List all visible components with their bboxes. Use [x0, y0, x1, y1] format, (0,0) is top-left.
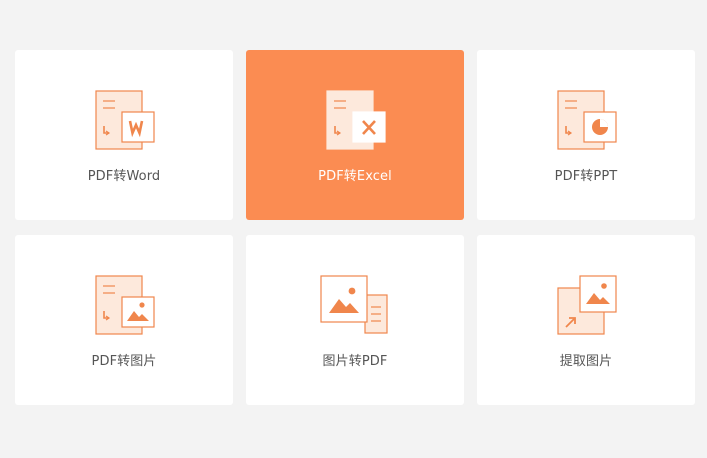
tool-label: PDF转Excel — [318, 169, 392, 184]
pdf-to-word-icon — [92, 88, 156, 152]
tool-label: PDF转图片 — [91, 354, 157, 369]
extract-image-icon — [554, 273, 618, 337]
tool-label: PDF转Word — [87, 169, 161, 184]
tool-card-pdf-to-image[interactable]: PDF转图片 — [15, 235, 233, 405]
tool-card-pdf-to-excel[interactable]: PDF转Excel — [246, 50, 464, 220]
tool-card-pdf-to-ppt[interactable]: PDF转PPT — [477, 50, 695, 220]
image-to-pdf-icon — [320, 273, 388, 337]
tool-label: 图片转PDF — [322, 354, 388, 369]
tool-card-pdf-to-word[interactable]: PDF转Word — [15, 50, 233, 220]
pdf-to-ppt-icon — [554, 88, 618, 152]
tool-label: PDF转PPT — [554, 169, 618, 184]
pdf-to-image-icon — [92, 273, 156, 337]
tool-card-image-to-pdf[interactable]: 图片转PDF — [246, 235, 464, 405]
tool-card-extract-image[interactable]: 提取图片 — [477, 235, 695, 405]
pdf-to-excel-icon — [323, 88, 387, 152]
tool-grid: PDF转Word PDF转Excel PDF转PPT PDF转图片 图片转PDF… — [15, 50, 695, 406]
tool-label: 提取图片 — [559, 354, 613, 369]
